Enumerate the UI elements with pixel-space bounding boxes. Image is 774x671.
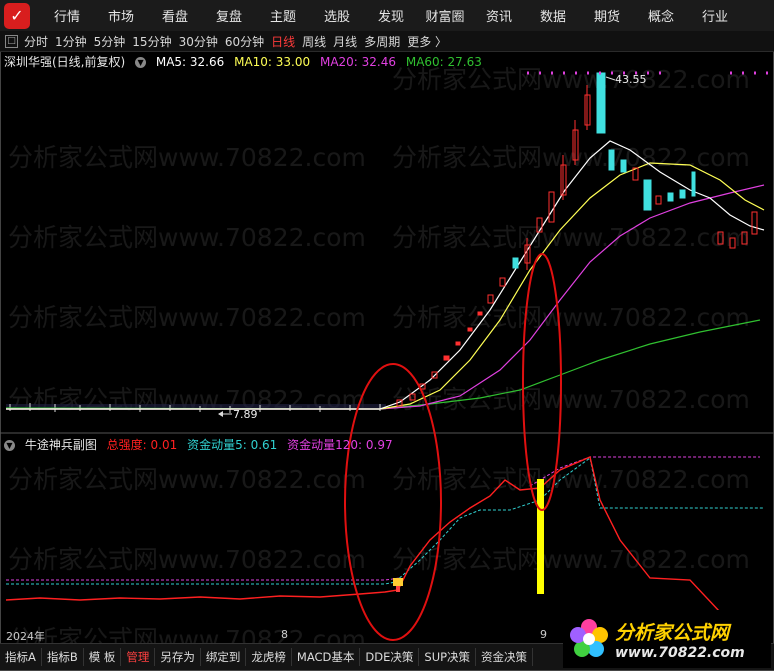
tab-dragon-tiger[interactable]: 龙虎榜 — [246, 648, 292, 666]
period-60min[interactable]: 60分钟 — [225, 33, 264, 50]
momentum120-line — [6, 577, 401, 581]
signal-bar — [537, 479, 544, 594]
period-daily[interactable]: 日线 — [271, 33, 295, 50]
flower-logo-icon — [567, 617, 611, 661]
period-bar: □ 分时 1分钟 5分钟 15分钟 30分钟 60分钟 日线 周线 月线 多周期… — [0, 31, 774, 52]
tab-save-as[interactable]: 另存为 — [155, 648, 201, 666]
ma5-label: MA5: 32.66 — [155, 55, 225, 69]
ma60-line — [5, 319, 761, 410]
date-label-aug: 8 — [281, 628, 288, 641]
nav-item-concept[interactable]: 概念 — [634, 6, 688, 25]
tab-indicator-b[interactable]: 指标B — [42, 648, 84, 666]
period-monthly[interactable]: 月线 — [333, 33, 357, 50]
nav-item-wealth[interactable]: 财富圈 — [418, 6, 472, 25]
low-price-label: 7.89 — [233, 408, 258, 421]
sub-chart-title: 牛途神兵副图 — [24, 438, 97, 452]
period-15min[interactable]: 15分钟 — [132, 33, 171, 50]
momentum5-label: 资金动量5: 0.61 — [187, 438, 278, 452]
brand-name: 分析家公式网 — [615, 621, 730, 644]
tab-macd[interactable]: MACD基本 — [292, 648, 361, 666]
falling-candles — [512, 72, 696, 269]
period-1min[interactable]: 1分钟 — [55, 33, 87, 50]
tab-template[interactable]: 模 板 — [84, 648, 122, 666]
dropdown-icon[interactable]: ▼ — [135, 57, 147, 68]
nav-item-quotes[interactable]: 行情 — [40, 6, 94, 25]
nav-item-watch[interactable]: 看盘 — [148, 6, 202, 25]
high-price-label: 43.55 — [615, 73, 647, 86]
nav-item-theme[interactable]: 主题 — [256, 6, 310, 25]
kline-chart[interactable] — [0, 0, 774, 671]
date-label-sep: 9 — [540, 628, 547, 641]
tab-manage[interactable]: 管理 — [121, 648, 156, 666]
tab-sup[interactable]: SUP决策 — [419, 648, 477, 666]
period-more[interactable]: 更多 〉 — [407, 33, 447, 50]
tab-indicator-a[interactable]: 指标A — [0, 648, 42, 666]
strength-label: 总强度: 0.01 — [106, 438, 178, 452]
nav-item-data[interactable]: 数据 — [526, 6, 580, 25]
ma10-label: MA10: 33.00 — [234, 55, 311, 69]
top-nav: ✓ 行情 市场 看盘 复盘 主题 选股 发现 财富圈 资讯 数据 期货 概念 行… — [0, 0, 774, 32]
tab-bind-to[interactable]: 绑定到 — [201, 648, 247, 666]
period-multi[interactable]: 多周期 — [364, 33, 400, 50]
stock-title: 深圳华强(日线,前复权) — [4, 55, 126, 69]
period-weekly[interactable]: 周线 — [302, 33, 326, 50]
app-logo-icon[interactable]: ✓ — [4, 2, 30, 29]
period-5min[interactable]: 5分钟 — [94, 33, 126, 50]
dropdown-icon[interactable]: ▼ — [4, 440, 15, 451]
brand-badge: 分析家公式网 www.70822.com — [563, 610, 771, 668]
date-label-year: 2024年 — [6, 630, 45, 643]
wicks — [526, 85, 588, 270]
nav-item-industry[interactable]: 行业 — [688, 6, 742, 25]
nav-item-futures[interactable]: 期货 — [580, 6, 634, 25]
period-toggle-icon[interactable]: □ — [5, 34, 18, 48]
momentum120-line-2 — [529, 456, 760, 487]
nav-item-review[interactable]: 复盘 — [202, 6, 256, 25]
tab-capital[interactable]: 资金决策 — [476, 648, 534, 666]
period-30min[interactable]: 30分钟 — [179, 33, 218, 50]
highlight-ellipse-left — [344, 363, 442, 641]
momentum5-line — [6, 457, 764, 585]
ma20-line — [6, 184, 765, 410]
strength-line — [5, 456, 741, 636]
tab-dde[interactable]: DDE决策 — [360, 648, 420, 666]
main-chart-header: 深圳华强(日线,前复权) ▼ MA5: 32.66 MA10: 33.00 MA… — [4, 53, 488, 70]
sub-chart-header: ▼ 牛途神兵副图 总强度: 0.01 资金动量5: 0.61 资金动量120: … — [4, 436, 399, 453]
nav-item-news[interactable]: 资讯 — [472, 6, 526, 25]
brand-url: www.70822.com — [615, 644, 745, 661]
ma60-label: MA60: 27.63 — [405, 55, 482, 69]
nav-item-screener[interactable]: 选股 — [310, 6, 364, 25]
entry-marker — [393, 578, 403, 586]
period-intraday[interactable]: 分时 — [24, 33, 48, 50]
ma20-label: MA20: 32.46 — [319, 55, 397, 69]
nav-item-discover[interactable]: 发现 — [364, 6, 418, 25]
momentum120-label: 资金动量120: 0.97 — [287, 438, 393, 452]
nav-item-market[interactable]: 市场 — [94, 6, 148, 25]
